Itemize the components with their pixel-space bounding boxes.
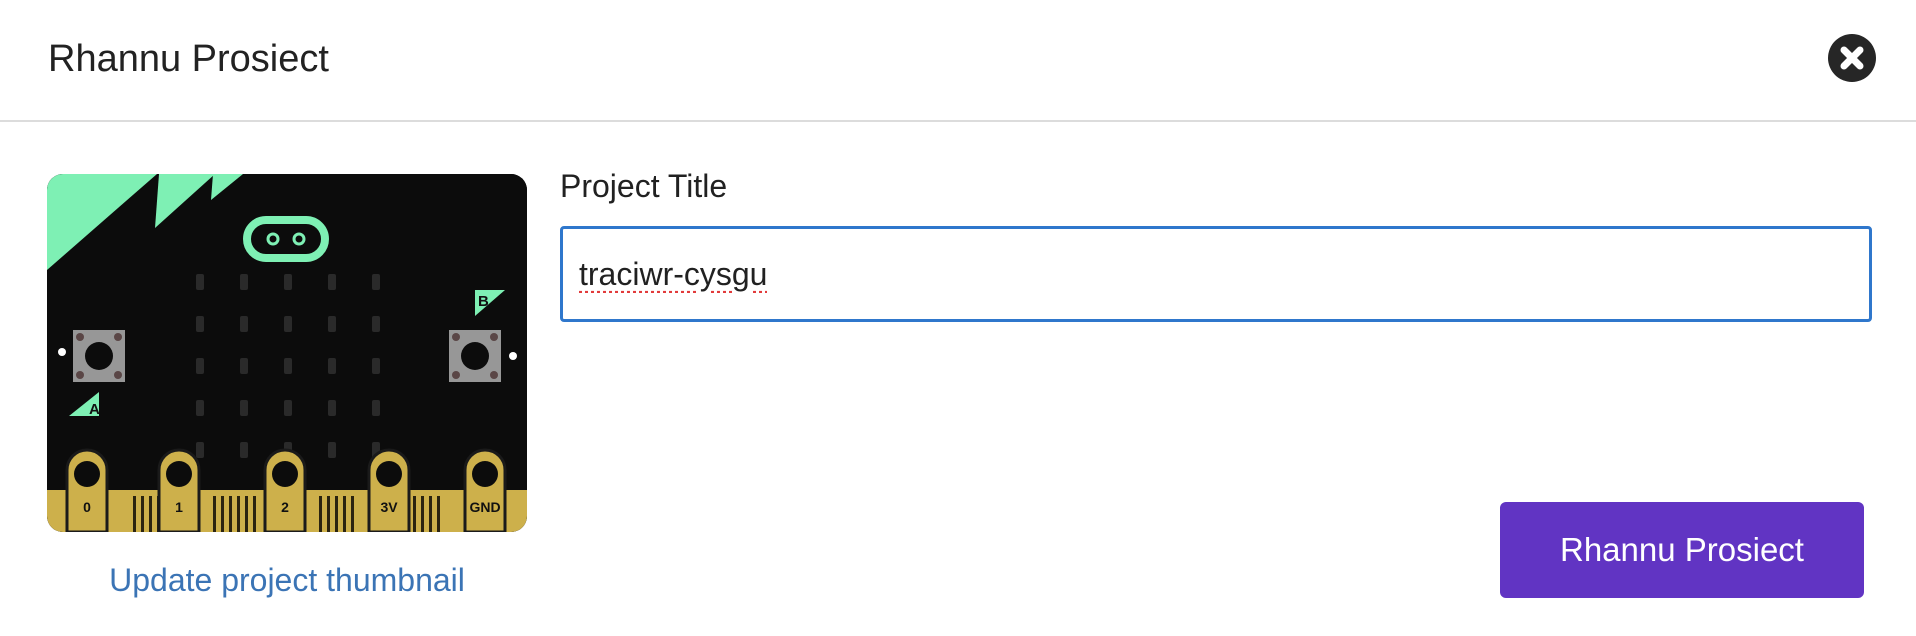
button-a-label: A [89, 401, 100, 418]
pin-1-label: 1 [175, 499, 183, 515]
close-icon [1840, 46, 1864, 70]
pin-3v-label: 3V [380, 499, 398, 515]
project-thumbnail: A B 0 1 2 3V GND [47, 174, 527, 532]
project-title-label: Project Title [560, 168, 728, 204]
pin-2-label: 2 [281, 499, 289, 515]
pin-0-label: 0 [83, 499, 91, 515]
pin-gnd-label: GND [469, 499, 500, 515]
button-b-label: B [478, 293, 489, 310]
dialog-header: Rhannu Prosiect [0, 0, 1916, 122]
microbit-board-illustration: A B 0 1 2 3V GND [47, 174, 527, 532]
dialog-title: Rhannu Prosiect [48, 38, 329, 80]
close-button[interactable] [1828, 34, 1876, 82]
share-project-dialog: Rhannu Prosiect A B 0 1 2 3V GND Update … [0, 0, 1916, 636]
update-thumbnail-link[interactable]: Update project thumbnail [47, 558, 527, 602]
project-title-input[interactable] [560, 226, 1872, 322]
share-project-button[interactable]: Rhannu Prosiect [1500, 502, 1864, 598]
